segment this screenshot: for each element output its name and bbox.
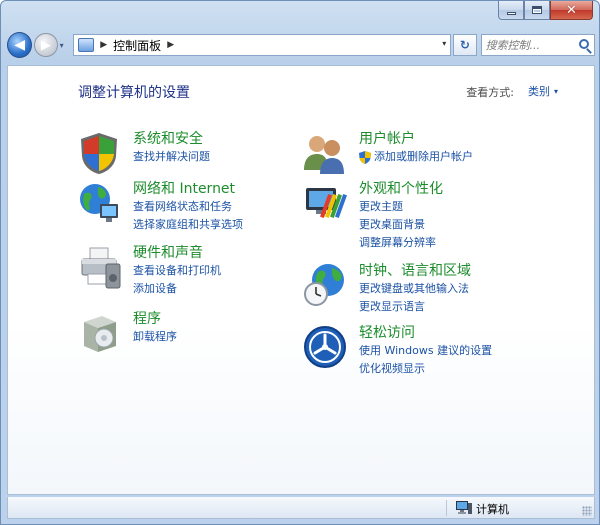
caption-buttons: ✕	[498, 1, 593, 21]
search-icon[interactable]	[578, 39, 589, 49]
link-change-display-language[interactable]: 更改显示语言	[359, 298, 471, 316]
recent-pages-button[interactable]: ▾	[60, 41, 70, 50]
link-optimize-visual-display[interactable]: 优化视频显示	[359, 360, 492, 378]
chevron-down-icon: ▾	[553, 86, 558, 96]
computer-icon	[456, 501, 472, 514]
address-dropdown-icon[interactable]: ▾	[442, 39, 446, 48]
link-screen-resolution[interactable]: 调整屏幕分辨率	[359, 234, 443, 252]
link-change-background[interactable]: 更改桌面背景	[359, 216, 443, 234]
address-bar[interactable]: ▶ 控制面板 ▶ ▾	[73, 34, 452, 56]
link-uninstall-program[interactable]: 卸载程序	[133, 328, 177, 346]
view-mode-dropdown[interactable]: 类别 ▾	[528, 83, 558, 99]
category-network-internet: 网络和 Internet 查看网络状态和任务 选择家庭组和共享选项	[76, 180, 243, 234]
search-box[interactable]	[480, 34, 595, 56]
back-button[interactable]: ◀	[7, 32, 33, 58]
maximize-button[interactable]	[524, 1, 550, 20]
maximize-icon	[532, 6, 542, 14]
close-icon: ✕	[566, 2, 577, 18]
category-clock-language-region: 时钟、语言和区域 更改键盘或其他输入法 更改显示语言	[302, 262, 471, 316]
ease-of-access-icon[interactable]	[302, 324, 348, 370]
status-bar: 计算机	[7, 497, 595, 519]
view-mode-value: 类别	[527, 85, 550, 98]
globe-network-icon[interactable]	[76, 180, 122, 226]
back-arrow-icon: ◀	[14, 37, 26, 53]
close-button[interactable]: ✕	[550, 1, 593, 20]
forward-arrow-icon: ▶	[40, 37, 51, 53]
category-hardware-sound: 硬件和声音 查看设备和打印机 添加设备	[76, 244, 221, 298]
refresh-icon: ↻	[459, 38, 470, 52]
search-input[interactable]	[485, 38, 576, 52]
category-programs: 程序 卸载程序	[76, 310, 177, 356]
uac-shield-icon	[359, 150, 371, 164]
page-title: 调整计算机的设置	[78, 85, 190, 101]
monitor-paint-icon[interactable]	[302, 180, 348, 226]
breadcrumb-separator-icon[interactable]: ▶	[100, 40, 107, 50]
category-title[interactable]: 时钟、语言和区域	[359, 262, 471, 280]
control-panel-window: ✕ ◀ ▶ ▾ ▶ 控制面板 ▶ ▾ ↻ 调整计算机的设置 查看方式:	[0, 0, 600, 525]
link-devices-printers[interactable]: 查看设备和打印机	[133, 262, 221, 280]
link-network-status[interactable]: 查看网络状态和任务	[133, 198, 243, 216]
link-homegroup[interactable]: 选择家庭组和共享选项	[133, 216, 243, 234]
category-title[interactable]: 系统和安全	[133, 130, 210, 148]
category-ease-of-access: 轻松访问 使用 Windows 建议的设置 优化视频显示	[302, 324, 492, 378]
link-add-device[interactable]: 添加设备	[133, 280, 221, 298]
minimize-button[interactable]	[498, 1, 524, 20]
category-title[interactable]: 程序	[133, 310, 177, 328]
navigation-bar: ◀ ▶ ▾ ▶ 控制面板 ▶ ▾ ↻	[7, 30, 595, 60]
status-text: 计算机	[476, 503, 509, 516]
minimize-icon	[506, 11, 516, 15]
main-content: 调整计算机的设置 查看方式: 类别 ▾ 系统和安全 查找并解决问题 网络和 In…	[7, 65, 595, 495]
category-system-security: 系统和安全 查找并解决问题	[76, 130, 210, 176]
link-text: 添加或删除用户帐户	[374, 150, 473, 163]
category-title[interactable]: 外观和个性化	[359, 180, 443, 198]
chevron-down-icon: ▾	[59, 40, 64, 50]
link-change-input-method[interactable]: 更改键盘或其他输入法	[359, 280, 471, 298]
program-box-icon[interactable]	[76, 310, 122, 356]
link-add-remove-accounts[interactable]: 添加或删除用户帐户	[359, 148, 473, 166]
printer-icon[interactable]	[76, 244, 122, 290]
refresh-button[interactable]: ↻	[453, 34, 477, 56]
view-by-label: 查看方式:	[466, 86, 514, 99]
shield-icon[interactable]	[76, 130, 122, 176]
link-change-theme[interactable]: 更改主题	[359, 198, 443, 216]
link-troubleshoot[interactable]: 查找并解决问题	[133, 148, 210, 166]
category-title[interactable]: 硬件和声音	[133, 244, 221, 262]
link-windows-suggested-settings[interactable]: 使用 Windows 建议的设置	[359, 342, 492, 360]
category-title[interactable]: 用户帐户	[359, 130, 473, 148]
clock-globe-icon[interactable]	[302, 262, 348, 308]
breadcrumb-separator-icon[interactable]: ▶	[167, 40, 174, 50]
forward-button[interactable]: ▶	[34, 33, 58, 57]
category-appearance: 外观和个性化 更改主题 更改桌面背景 调整屏幕分辨率	[302, 180, 443, 252]
control-panel-icon	[78, 38, 95, 52]
resize-grip-icon[interactable]	[582, 506, 592, 516]
users-icon[interactable]	[302, 130, 348, 176]
status-divider	[446, 500, 447, 516]
category-title[interactable]: 轻松访问	[359, 324, 492, 342]
category-user-accounts: 用户帐户 添加或删除用户帐户	[302, 130, 473, 176]
breadcrumb-control-panel[interactable]: 控制面板	[113, 37, 161, 54]
category-title[interactable]: 网络和 Internet	[133, 180, 243, 198]
